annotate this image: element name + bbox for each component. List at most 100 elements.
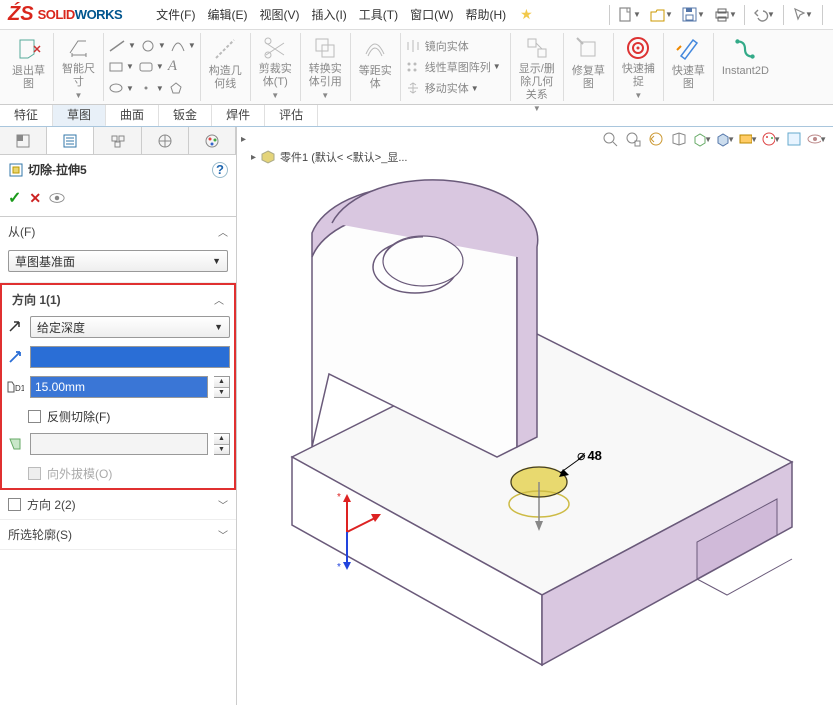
undo-button[interactable]: ▼ [749,4,779,26]
repair-sketch[interactable]: 修复草 图 [564,33,614,101]
construction-geometry[interactable]: 构造几 何线 [201,33,251,101]
draft-outward-checkbox: 向外拔模(O) [6,465,230,482]
logo-ds-icon: ŹS [8,3,34,26]
prev-view-icon[interactable] [646,129,666,149]
tab-sheetmetal[interactable]: 钣金 [159,105,212,126]
tab-sketch[interactable]: 草图 [53,105,106,126]
flyout-tree[interactable]: ▸ 零件1 (默认< <默认>_显... [251,149,407,165]
ribbon: 退出草 图 智能尺 寸▼ ▼▼▼ ▼▼A ▼▼ 构造几 何线 剪裁实 体(T)▼… [0,30,833,105]
command-tabs: 特征 草图 曲面 钣金 焊件 评估 [0,105,833,127]
menu-help[interactable]: 帮助(H) [459,6,512,23]
ok-button[interactable]: ✓ [8,188,21,208]
history-arrow-icon[interactable]: ▸ [241,134,246,145]
svg-text:D1: D1 [15,384,24,393]
panel-tabs [0,127,236,155]
instant2d[interactable]: Instant2D [714,33,777,101]
cancel-button[interactable]: ✕ [29,190,41,207]
direction2-section: 方向 2(2)﹀ [0,490,236,520]
menu-items: 文件(F) 编辑(E) 视图(V) 插入(I) 工具(T) 窗口(W) 帮助(H… [150,6,512,23]
ptab-appearance[interactable] [189,127,236,154]
rapid-sketch[interactable]: 快速草 图 [664,33,714,101]
selected-contours-header[interactable]: 所选轮廓(S)﹀ [0,520,236,549]
print-button[interactable]: ▼ [710,4,740,26]
quick-snap[interactable]: 快速捕 捉▼ [614,33,664,101]
direction1-header[interactable]: 方向 1(1)︿ [6,289,230,310]
direction-reference-input[interactable] [30,346,230,368]
menu-window[interactable]: 窗口(W) [404,6,459,23]
move-entities[interactable]: 移动实体▼ [405,78,506,99]
menu-bar: ŹS SOLIDWORKS 文件(F) 编辑(E) 视图(V) 插入(I) 工具… [0,0,833,30]
direction-vector-icon[interactable] [6,348,24,366]
depth-input[interactable]: 15.00mm [30,376,208,398]
end-condition-dropdown[interactable]: 给定深度▼ [30,316,230,338]
reverse-direction-button[interactable] [6,318,24,336]
star-icon[interactable]: ★ [520,6,533,23]
direction2-header[interactable]: 方向 2(2)﹀ [0,490,236,519]
graphics-viewport[interactable]: ▸ ▸ 零件1 (默认< <默认>_显... ▼ ▼ ▼ ▼ ▼ [237,127,833,705]
line-tool[interactable]: ▼▼▼ [108,35,196,56]
tab-evaluate[interactable]: 评估 [265,105,318,126]
app-logo: ŹS SOLIDWORKS [0,3,130,26]
zoom-area-icon[interactable] [623,129,643,149]
poly-tool[interactable]: ▼▼ [108,78,196,99]
feature-header: 切除-拉伸5 ? [0,155,236,184]
ptab-property[interactable] [47,127,94,154]
menu-insert[interactable]: 插入(I) [305,6,352,23]
flip-side-checkbox[interactable]: 反侧切除(F) [6,408,230,425]
apply-scene-icon[interactable] [784,129,804,149]
diameter-dimension[interactable]: ⌀48 [577,447,602,464]
depth-spinner[interactable]: ▲▼ [214,376,230,398]
linear-pattern[interactable]: 线性草图阵列▼ [405,56,506,77]
ptab-feature-tree[interactable] [0,127,47,154]
quick-access: ▼ ▼ ▼ ▼ ▼ ▼ [607,4,833,26]
new-button[interactable]: ▼ [614,4,644,26]
mirror-entities[interactable]: 镜向实体 [405,35,506,56]
direction1-highlight: 方向 1(1)︿ 给定深度▼ D1 15.00mm ▲▼ 反侧切除(F) ▲▼ … [0,283,236,490]
menu-edit[interactable]: 编辑(E) [201,6,253,23]
selected-contours-section: 所选轮廓(S)﹀ [0,520,236,550]
property-manager: 切除-拉伸5 ? ✓ ✕ 从(F)︿ 草图基准面▼ 方向 1(1)︿ 给定深度▼ [0,127,237,705]
show-relations[interactable]: 显示/删 除几何 关系▼ [511,33,564,101]
from-section: 从(F)︿ 草图基准面▼ [0,217,236,283]
smart-dimension-button[interactable]: 智能尺 寸▼ [54,33,104,101]
convert-entities[interactable]: 转换实 体引用▼ [301,33,351,101]
trim-entities[interactable]: 剪裁实 体(T)▼ [251,33,301,101]
svg-text:*: * [337,562,341,572]
ptab-dimxpert[interactable] [142,127,189,154]
draft-angle-input[interactable] [30,433,208,455]
ptab-config[interactable] [94,127,141,154]
feature-title: 切除-拉伸5 [28,161,212,178]
draft-icon[interactable] [6,435,24,453]
viewport-breadcrumb-bar: ▸ [237,127,250,151]
svg-text:*: * [337,492,341,503]
from-dropdown[interactable]: 草图基准面▼ [8,250,228,272]
section-view-icon[interactable] [669,129,689,149]
model-graphics [237,127,833,705]
menu-view[interactable]: 视图(V) [253,6,305,23]
draft-spinner[interactable]: ▲▼ [214,433,230,455]
from-header[interactable]: 从(F)︿ [0,217,236,246]
menu-tools[interactable]: 工具(T) [353,6,404,23]
offset-entities[interactable]: 等距实 体 [351,33,401,101]
menu-file[interactable]: 文件(F) [150,6,201,23]
preview-button[interactable] [49,192,65,204]
help-icon[interactable]: ? [212,162,228,178]
view-orientation-icon[interactable]: ▼ [692,129,712,149]
select-button[interactable]: ▼ [788,4,818,26]
view-settings-icon[interactable]: ▼ [807,129,827,149]
tab-weldment[interactable]: 焊件 [212,105,265,126]
part-icon [260,149,276,165]
zoom-fit-icon[interactable] [600,129,620,149]
save-button[interactable]: ▼ [678,4,708,26]
exit-sketch-button[interactable]: 退出草 图 [4,33,54,101]
rect-tool[interactable]: ▼▼A [108,56,196,77]
display-style-icon[interactable]: ▼ [715,129,735,149]
hide-show-icon[interactable]: ▼ [738,129,758,149]
sketch-entities: ▼▼▼ ▼▼A ▼▼ [104,33,201,101]
open-button[interactable]: ▼ [646,4,676,26]
tab-feature[interactable]: 特征 [0,105,53,126]
edit-appearance-icon[interactable]: ▼ [761,129,781,149]
origin-triad-icon: * * [337,492,387,572]
heads-up-toolbar: ▼ ▼ ▼ ▼ ▼ [600,129,827,149]
tab-surface[interactable]: 曲面 [106,105,159,126]
